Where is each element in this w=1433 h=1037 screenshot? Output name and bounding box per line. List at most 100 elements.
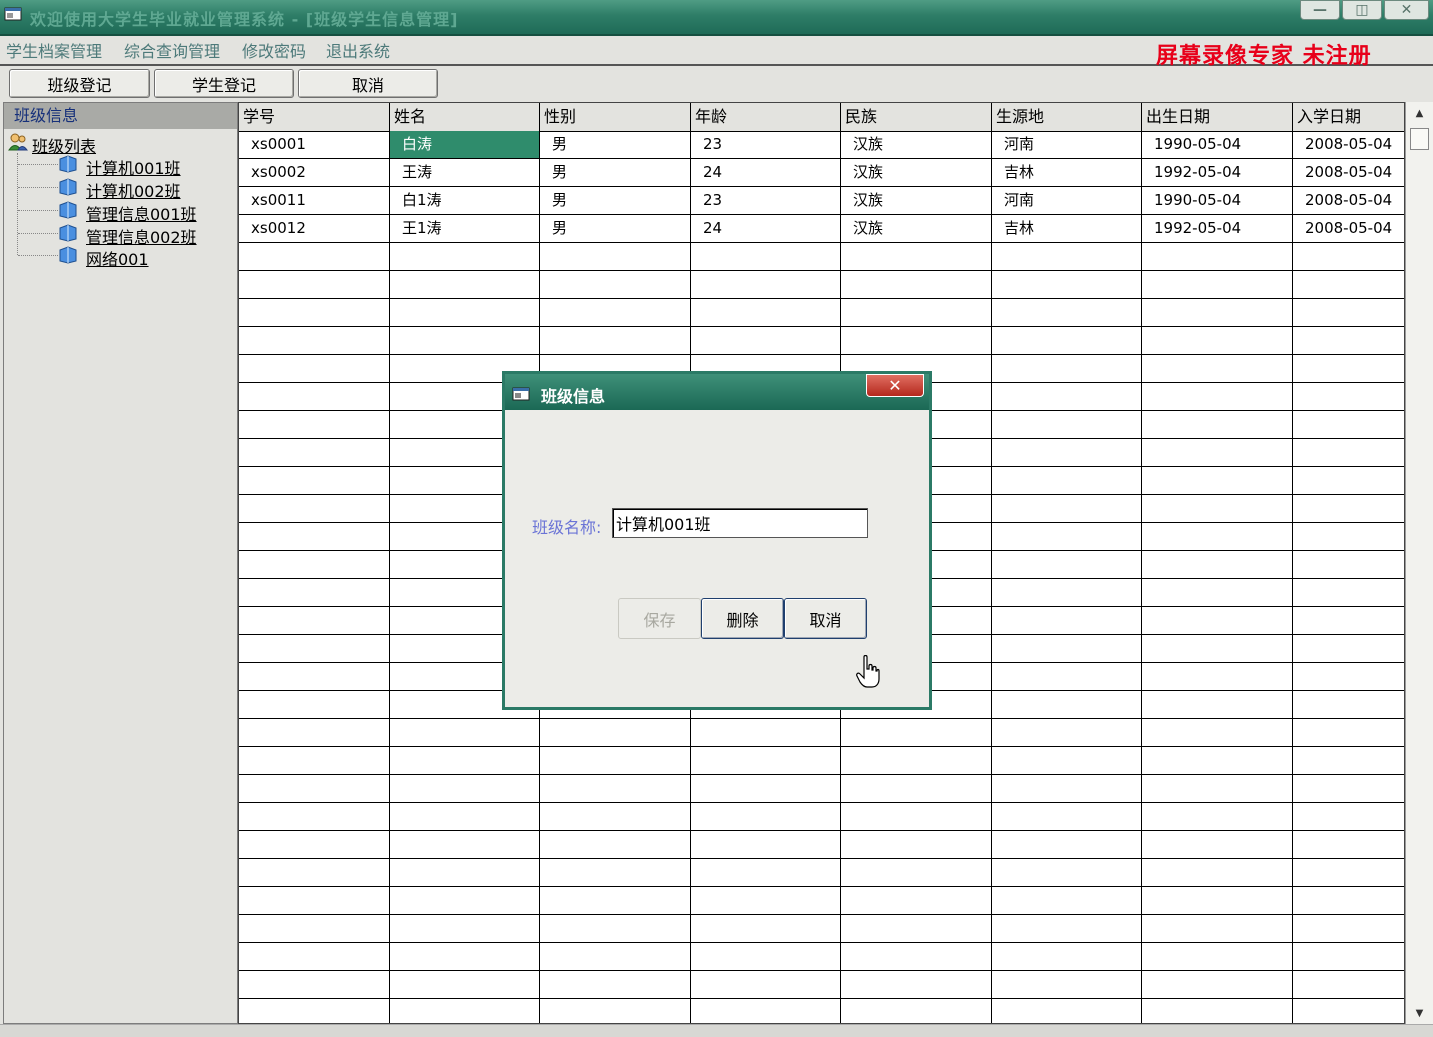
table-cell[interactable]: xs0012	[239, 215, 389, 242]
app-icon	[4, 7, 22, 21]
maximize-button[interactable]: ◫	[1342, 0, 1382, 20]
grid-row-line	[239, 886, 1404, 887]
column-header[interactable]: 出生日期	[1142, 103, 1293, 131]
grid-column-line	[1292, 131, 1293, 1023]
column-header[interactable]: 年龄	[691, 103, 841, 131]
book-icon	[59, 224, 77, 242]
table-cell[interactable]: 汉族	[841, 131, 991, 158]
table-cell[interactable]: 白涛	[390, 131, 539, 158]
table-cell[interactable]: 吉林	[992, 159, 1141, 186]
delete-button[interactable]: 删除	[701, 598, 784, 639]
book-icon	[59, 201, 77, 219]
table-cell[interactable]: 吉林	[992, 215, 1141, 242]
book-icon	[59, 178, 77, 196]
table-cell[interactable]: 2008-05-04	[1293, 215, 1404, 242]
grid-row-line	[239, 774, 1404, 775]
class-tree-panel: 班级信息 班级列表 计算机001班 计算机002班 管理信息001班 管理信息0…	[3, 102, 238, 1024]
column-header[interactable]: 民族	[841, 103, 992, 131]
grid-row-line	[239, 242, 1404, 243]
grid-row-line	[239, 270, 1404, 271]
table-cell[interactable]: 24	[691, 159, 840, 186]
grid-column-line	[991, 131, 992, 1023]
grid-row-line	[239, 970, 1404, 971]
table-cell[interactable]: 男	[540, 187, 690, 214]
table-cell[interactable]: 王1涛	[390, 215, 539, 242]
table-cell[interactable]: 男	[540, 131, 690, 158]
dialog-title: 班级信息	[541, 387, 606, 406]
grid-row-line	[239, 802, 1404, 803]
column-header[interactable]: 学号	[239, 103, 390, 131]
window-title: 欢迎使用大学生毕业就业管理系统 - [班级学生信息管理]	[30, 10, 459, 29]
dialog-cancel-button[interactable]: 取消	[784, 598, 867, 639]
table-cell[interactable]: 汉族	[841, 215, 991, 242]
window-icon	[512, 387, 530, 401]
column-header[interactable]: 生源地	[992, 103, 1142, 131]
table-cell[interactable]: 汉族	[841, 159, 991, 186]
tree-connector	[17, 153, 18, 255]
table-cell[interactable]: 王涛	[390, 159, 539, 186]
scroll-thumb[interactable]	[1410, 128, 1429, 150]
table-cell[interactable]: 24	[691, 215, 840, 242]
column-header[interactable]: 性别	[540, 103, 691, 131]
book-icon	[59, 155, 77, 173]
menu-change-password[interactable]: 修改密码	[242, 38, 306, 62]
column-header[interactable]: 入学日期	[1293, 103, 1404, 131]
toolbar-cancel-button[interactable]: 取消	[298, 69, 438, 98]
table-cell[interactable]: 1992-05-04	[1142, 215, 1292, 242]
table-cell[interactable]: 23	[691, 131, 840, 158]
grid-header: 学号 姓名 性别 年龄 民族 生源地 出生日期 入学日期	[239, 103, 1404, 132]
grid-row-line	[239, 718, 1404, 719]
grid-row-line	[239, 914, 1404, 915]
grid-row-line	[239, 354, 1404, 355]
scroll-down-icon[interactable]: ▼	[1406, 1002, 1433, 1024]
tree-connector	[18, 210, 58, 211]
minimize-button[interactable]: —	[1300, 0, 1340, 20]
table-cell[interactable]: 男	[540, 215, 690, 242]
table-cell[interactable]: 1990-05-04	[1142, 131, 1292, 158]
tree-connector	[18, 187, 58, 188]
class-register-button[interactable]: 班级登记	[9, 69, 150, 98]
student-register-button[interactable]: 学生登记	[154, 69, 294, 98]
menu-query[interactable]: 综合查询管理	[124, 38, 220, 62]
dialog-close-icon[interactable]: ✕	[866, 374, 924, 397]
table-cell[interactable]: 2008-05-04	[1293, 187, 1404, 214]
class-name-input[interactable]	[612, 508, 868, 538]
table-cell[interactable]: xs0002	[239, 159, 389, 186]
tree-connector	[18, 255, 58, 256]
grid-row-line	[239, 298, 1404, 299]
vertical-scrollbar[interactable]: ▲ ▼	[1405, 102, 1433, 1024]
table-cell[interactable]: 汉族	[841, 187, 991, 214]
table-cell[interactable]: 2008-05-04	[1293, 159, 1404, 186]
users-icon	[8, 133, 28, 151]
column-header[interactable]: 姓名	[390, 103, 540, 131]
table-cell[interactable]: 河南	[992, 131, 1141, 158]
menu-exit[interactable]: 退出系统	[326, 38, 390, 62]
tree-item-class[interactable]: 计算机002班	[86, 178, 181, 202]
table-cell[interactable]: 男	[540, 159, 690, 186]
tree-item-class[interactable]: 管理信息001班	[86, 201, 197, 225]
table-cell[interactable]: 白1涛	[390, 187, 539, 214]
table-cell[interactable]: 2008-05-04	[1293, 131, 1404, 158]
dialog-titlebar: 班级信息 ✕	[505, 374, 929, 410]
grid-row-line	[239, 998, 1404, 999]
save-button[interactable]: 保存	[618, 598, 701, 639]
table-cell[interactable]: 河南	[992, 187, 1141, 214]
panel-header: 班级信息	[4, 103, 237, 129]
close-button[interactable]: ✕	[1384, 0, 1429, 20]
scroll-up-icon[interactable]: ▲	[1406, 102, 1433, 124]
hand-cursor-icon	[856, 655, 880, 688]
tree-item-class[interactable]: 网络001	[86, 246, 149, 270]
table-cell[interactable]: 23	[691, 187, 840, 214]
table-cell[interactable]: 1992-05-04	[1142, 159, 1292, 186]
table-cell[interactable]: 1990-05-04	[1142, 187, 1292, 214]
tree-connector	[18, 233, 58, 234]
tree-item-class[interactable]: 管理信息002班	[86, 224, 197, 248]
status-bar	[0, 1024, 1433, 1037]
table-cell[interactable]: xs0011	[239, 187, 389, 214]
tree-item-class[interactable]: 计算机001班	[86, 155, 181, 179]
grid-column-line	[1141, 131, 1142, 1023]
table-cell[interactable]: xs0001	[239, 131, 389, 158]
toolbar: 班级登记 学生登记 取消	[0, 66, 1433, 100]
menu-student-records[interactable]: 学生档案管理	[6, 38, 102, 62]
tree-root[interactable]: 班级列表	[32, 133, 96, 157]
